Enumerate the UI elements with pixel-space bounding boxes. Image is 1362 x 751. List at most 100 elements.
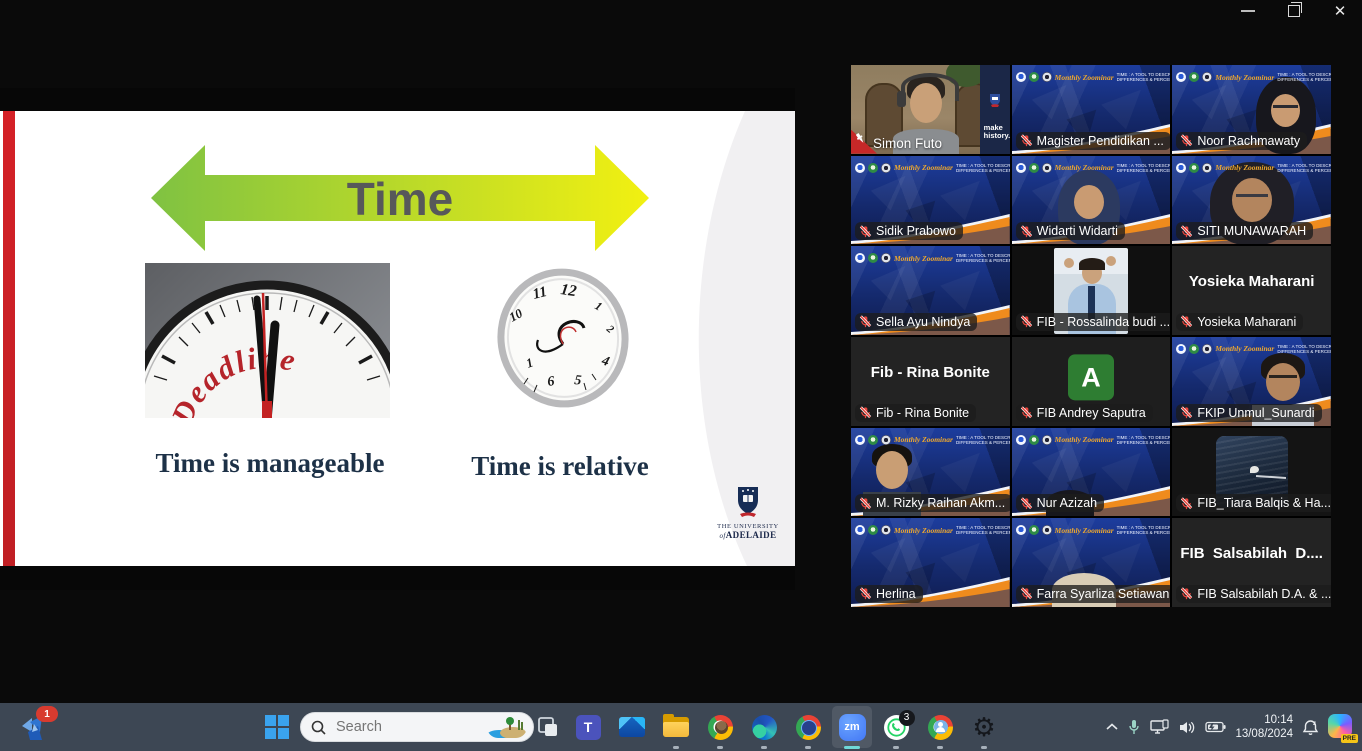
zoominar-series-title: Monthly Zoominar <box>894 163 953 172</box>
tile-branding-header: Monthly Zoominar TIME : A TOOL TO DESCRI… <box>1016 430 1169 450</box>
microphone-icon[interactable] <box>1127 719 1141 735</box>
zoom-app-icon[interactable]: zm <box>830 703 874 751</box>
search-highlight-art <box>487 716 527 738</box>
participant-tile[interactable]: Monthly Zoominar TIME : A TOOL TO DESCRI… <box>851 518 1010 607</box>
close-button[interactable]: ✕ <box>1332 4 1348 18</box>
copilot-icon[interactable]: PRE <box>1328 714 1354 740</box>
chrome-app-icon[interactable] <box>698 703 742 751</box>
chrome-app-icon[interactable] <box>786 703 830 751</box>
mail-app-icon[interactable] <box>610 703 654 751</box>
network-display-icon[interactable] <box>1150 719 1170 735</box>
participant-tile[interactable]: FIB_Tiara Balqis & Ha... <box>1172 428 1331 517</box>
minimize-button[interactable] <box>1240 4 1256 18</box>
tile-branding-header: Monthly Zoominar TIME : A TOOL TO DESCRI… <box>1016 520 1169 540</box>
settings-app-icon[interactable]: ⚙ <box>962 703 1006 751</box>
participant-tile[interactable]: Monthly Zoominar TIME : A TOOL TO DESCRI… <box>1012 65 1171 154</box>
ministry-logo-icon <box>855 253 865 263</box>
university-logo-icon <box>1189 163 1199 173</box>
tile-branding-header: Monthly Zoominar TIME : A TOOL TO DESCRI… <box>1176 67 1329 87</box>
participant-tile[interactable]: Fib - Rina Bonite Fib - Rina Bonite <box>851 337 1010 426</box>
file-explorer-icon <box>663 717 689 737</box>
participant-tile[interactable]: Monthly Zoominar TIME : A TOOL TO DESCRI… <box>1012 156 1171 245</box>
tile-branding-header: Monthly Zoominar TIME : A TOOL TO DESCRI… <box>1176 158 1329 178</box>
faculty-logo-icon <box>1202 163 1212 173</box>
participant-tile[interactable]: Yosieka Maharani Yosieka Maharani <box>1172 246 1331 335</box>
mic-muted-icon <box>1020 587 1033 600</box>
mic-muted-icon <box>1020 225 1033 238</box>
search-input[interactable] <box>334 718 478 736</box>
faculty-logo-icon <box>881 435 891 445</box>
battery-icon[interactable] <box>1205 721 1226 733</box>
participant-display-name: Yosieka Maharani <box>1172 246 1331 317</box>
tile-branding-header: Monthly Zoominar TIME : A TOOL TO DESCRI… <box>1176 339 1329 359</box>
participant-name: Magister Pendidikan ... <box>1037 134 1164 148</box>
mic-muted-icon <box>1020 497 1033 510</box>
participant-tile[interactable]: Monthly Zoominar TIME : A TOOL TO DESCRI… <box>1012 518 1171 607</box>
spotlight-pin-icon <box>854 132 866 145</box>
zoominar-series-title: Monthly Zoominar <box>1055 526 1114 535</box>
university-logo-icon <box>868 525 878 535</box>
copilot-pre-badge: PRE <box>1341 734 1358 743</box>
zoominar-topic: TIME : A TOOL TO DESCRIBE CULTUREDIFFERE… <box>1277 72 1331 82</box>
participant-name-label: Sella Ayu Nindya <box>855 313 977 331</box>
zoominar-topic: TIME : A TOOL TO DESCRIBE CULTUREDIFFERE… <box>956 525 1010 535</box>
zoominar-series-title: Monthly Zoominar <box>1055 73 1114 82</box>
tray-chevron-icon[interactable] <box>1106 723 1118 731</box>
participant-tile[interactable]: FIB Salsabilah D.... FIB Salsabilah D.A.… <box>1172 518 1331 607</box>
mic-muted-icon <box>1180 587 1193 600</box>
participant-tile[interactable]: Monthly Zoominar TIME : A TOOL TO DESCRI… <box>851 428 1010 517</box>
tray-clock[interactable]: 10:14 13/08/2024 <box>1235 713 1293 741</box>
participant-tile[interactable]: Monthly Zoominar TIME : A TOOL TO DESCRI… <box>1172 337 1331 426</box>
edge-app-icon[interactable] <box>742 703 786 751</box>
tile-branding-header: Monthly Zoominar TIME : A TOOL TO DESCRI… <box>855 520 1008 540</box>
faculty-logo-icon <box>1042 163 1052 173</box>
mic-muted-icon <box>1180 315 1193 328</box>
zoominar-topic: TIME : A TOOL TO DESCRIBE CULTUREDIFFERE… <box>1117 435 1171 445</box>
volume-icon[interactable] <box>1179 720 1196 735</box>
mic-muted-icon <box>1020 134 1033 147</box>
participant-name: Yosieka Maharani <box>1197 315 1296 329</box>
widgets-icon[interactable]: 1 <box>18 710 54 746</box>
participant-name-label: Widarti Widarti <box>1016 222 1125 240</box>
zoominar-topic: TIME : A TOOL TO DESCRIBE CULTUREDIFFERE… <box>1117 525 1171 535</box>
university-logo-icon <box>1189 344 1199 354</box>
participant-tile[interactable]: FIB - Rossalinda budi ... <box>1012 246 1171 335</box>
participant-tile[interactable]: Monthly Zoominar TIME : A TOOL TO DESCRI… <box>851 156 1010 245</box>
participant-name-label: Farra Syarliza Setiawan <box>1016 585 1171 603</box>
task-view-icon[interactable] <box>536 715 560 739</box>
window-controls: ✕ <box>1240 0 1362 22</box>
mic-muted-icon <box>1180 134 1193 147</box>
participant-tile[interactable]: Monthly Zoominar TIME : A TOOL TO DESCRI… <box>1172 65 1331 154</box>
participant-tile[interactable]: A FIB Andrey Saputra <box>1012 337 1171 426</box>
taskbar: 1 <box>0 703 1362 751</box>
participant-tile[interactable]: makehistory. Simon Futo <box>851 65 1010 154</box>
university-logo-icon <box>868 253 878 263</box>
participant-name-label: Yosieka Maharani <box>1176 313 1303 331</box>
explorer-app-icon[interactable] <box>654 703 698 751</box>
university-logo-icon <box>1029 72 1039 82</box>
notification-bell-icon[interactable]: z <box>1302 719 1319 736</box>
restore-button[interactable] <box>1286 4 1302 18</box>
caption-time-relative: Time is relative <box>440 450 680 483</box>
participant-name: SITI MUNAWARAH <box>1197 224 1306 238</box>
participant-tile[interactable]: Monthly Zoominar TIME : A TOOL TO DESCRI… <box>851 246 1010 335</box>
search-box[interactable] <box>300 712 534 742</box>
participant-display-name: FIB Salsabilah D.... <box>1172 518 1331 589</box>
zoominar-series-title: Monthly Zoominar <box>1215 163 1274 172</box>
participant-display-name: Fib - Rina Bonite <box>851 337 1010 408</box>
participant-tile[interactable]: Monthly Zoominar TIME : A TOOL TO DESCRI… <box>1012 428 1171 517</box>
teams-app-icon[interactable]: T <box>566 703 610 751</box>
mic-muted-icon <box>859 406 872 419</box>
participant-name-label: SITI MUNAWARAH <box>1176 222 1313 240</box>
whatsapp-badge: 3 <box>899 710 915 726</box>
chrome-app-icon[interactable] <box>918 703 962 751</box>
start-button[interactable] <box>263 713 291 741</box>
zoominar-series-title: Monthly Zoominar <box>1215 344 1274 353</box>
ministry-logo-icon <box>1016 435 1026 445</box>
participant-name: FIB - Rossalinda budi ... <box>1037 315 1170 329</box>
participant-name: Simon Futo <box>873 136 942 151</box>
participant-tile[interactable]: Monthly Zoominar TIME : A TOOL TO DESCRI… <box>1172 156 1331 245</box>
zoominar-topic: TIME : A TOOL TO DESCRIBE CULTUREDIFFERE… <box>956 435 1010 445</box>
whatsapp-app-icon[interactable]: 3 <box>874 703 918 751</box>
settings-gear-icon: ⚙ <box>972 714 995 740</box>
